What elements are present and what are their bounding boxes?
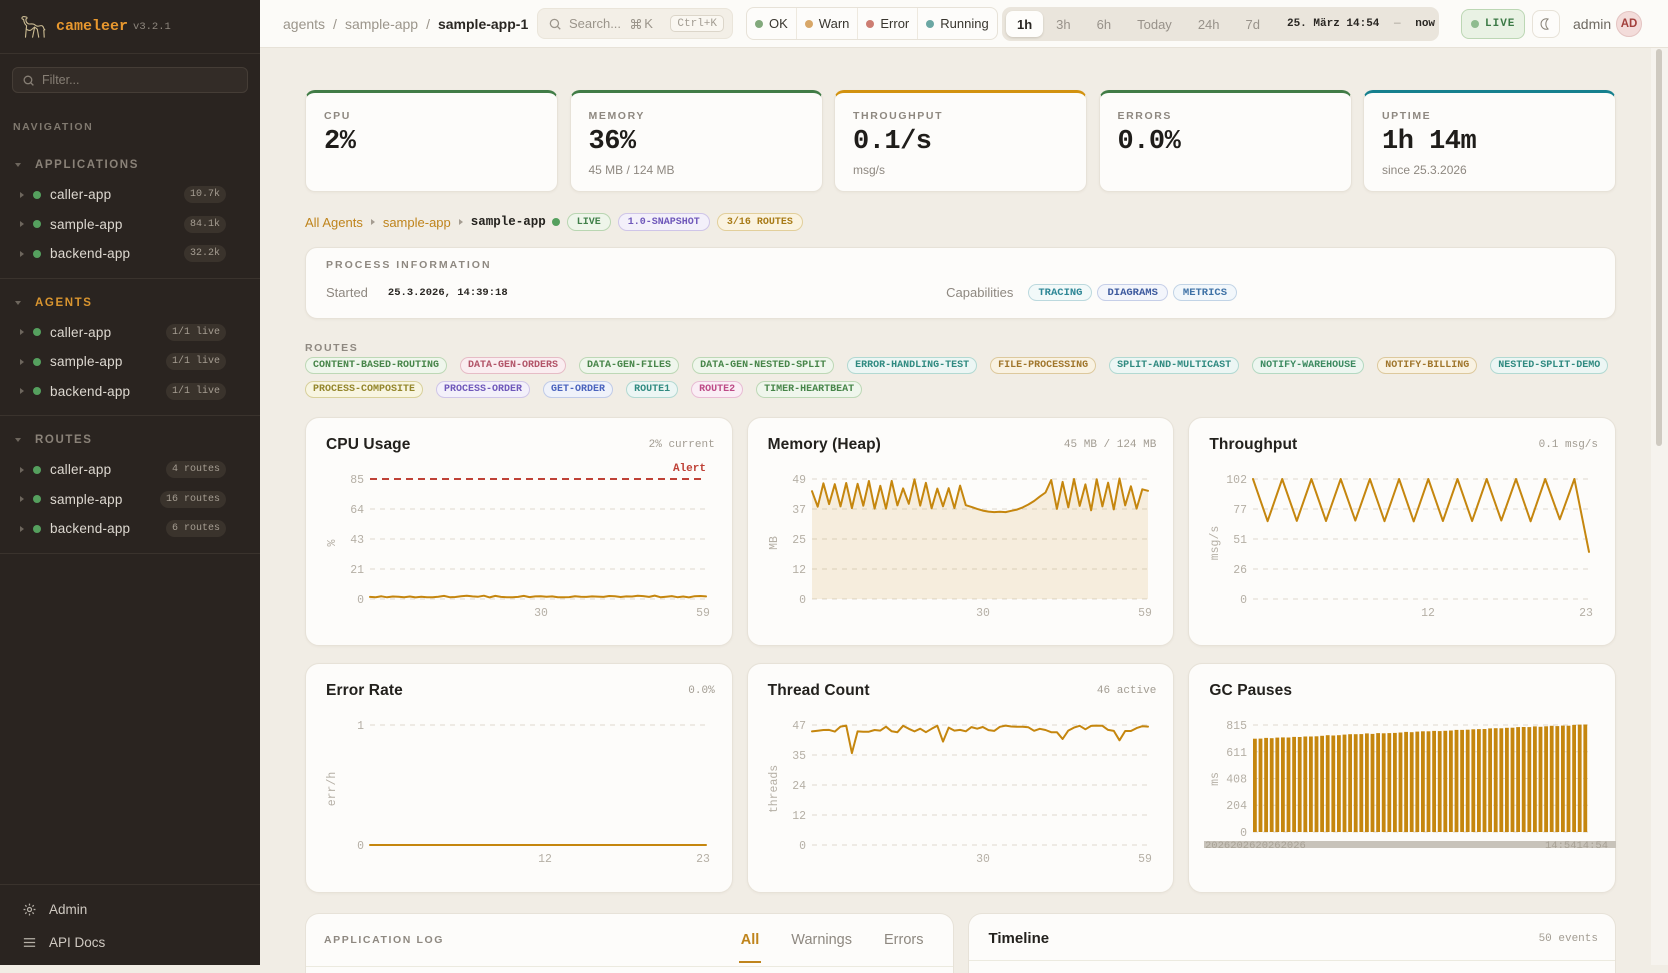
svg-text:msg/s: msg/s: [1209, 526, 1222, 561]
svg-text:102: 102: [1227, 474, 1248, 487]
svg-text:ms: ms: [1209, 772, 1222, 786]
svg-text:12: 12: [792, 810, 806, 823]
svg-text:0: 0: [1240, 594, 1247, 607]
svg-text:30: 30: [534, 607, 548, 620]
svg-text:30: 30: [976, 853, 990, 866]
svg-text:37: 37: [792, 504, 806, 517]
svg-text:59: 59: [1138, 607, 1152, 620]
svg-text:26: 26: [1234, 564, 1248, 577]
svg-text:23: 23: [696, 853, 710, 866]
svg-text:0: 0: [799, 594, 806, 607]
svg-text:815: 815: [1227, 720, 1248, 733]
svg-text:35: 35: [792, 750, 806, 763]
svg-text:0: 0: [1240, 827, 1247, 840]
svg-text:23: 23: [1579, 607, 1593, 620]
svg-text:59: 59: [696, 607, 710, 620]
svg-text:49: 49: [792, 474, 806, 487]
svg-text:25: 25: [792, 534, 806, 547]
svg-text:51: 51: [1234, 534, 1248, 547]
svg-text:611: 611: [1227, 747, 1248, 760]
svg-text:threads: threads: [768, 765, 781, 813]
svg-text:12: 12: [538, 853, 552, 866]
svg-text:MB: MB: [768, 536, 781, 550]
svg-text:1: 1: [357, 720, 364, 733]
svg-text:85: 85: [350, 474, 364, 487]
svg-text:59: 59: [1138, 853, 1152, 866]
svg-text:0: 0: [799, 840, 806, 853]
svg-text:0: 0: [357, 840, 364, 853]
svg-text:408: 408: [1227, 774, 1248, 787]
svg-text:%: %: [326, 539, 339, 546]
svg-text:204: 204: [1227, 800, 1248, 813]
svg-text:21: 21: [350, 564, 364, 577]
svg-text:64: 64: [350, 504, 364, 517]
svg-text:2026202620262026: 2026202620262026: [1205, 840, 1306, 852]
svg-text:77: 77: [1234, 504, 1248, 517]
svg-text:14:5414:54: 14:5414:54: [1545, 840, 1608, 852]
svg-text:24: 24: [792, 780, 806, 793]
svg-text:0: 0: [357, 594, 364, 607]
svg-text:30: 30: [976, 607, 990, 620]
svg-text:err/h: err/h: [326, 772, 339, 807]
svg-text:12: 12: [792, 564, 806, 577]
svg-text:43: 43: [350, 534, 364, 547]
svg-text:Alert: Alert: [673, 463, 706, 475]
svg-text:12: 12: [1421, 607, 1435, 620]
svg-text:47: 47: [792, 720, 806, 733]
